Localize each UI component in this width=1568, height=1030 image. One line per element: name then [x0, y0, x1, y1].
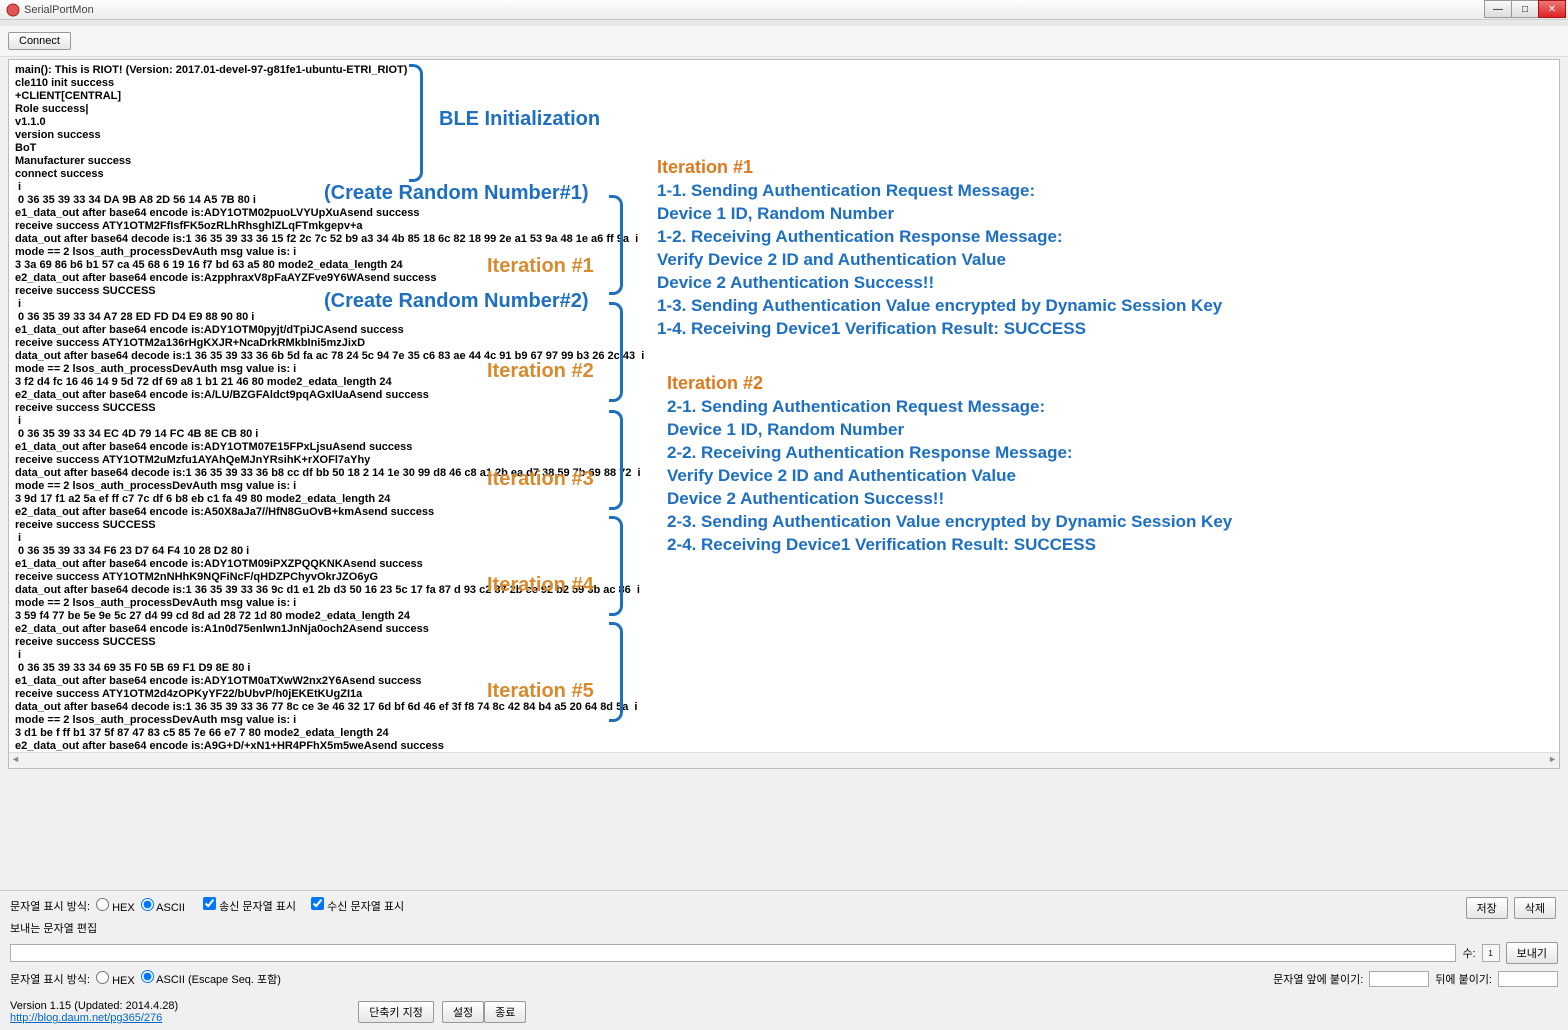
- exit-button[interactable]: 종료: [484, 1001, 526, 1023]
- radio-hex-1[interactable]: HEX: [96, 898, 135, 914]
- toolbar: Connect: [0, 26, 1568, 57]
- radio-ascii-1[interactable]: ASCII: [141, 898, 185, 914]
- edit-send-label: 보내는 문자열 편집: [10, 920, 97, 936]
- settings-button[interactable]: 설정: [442, 1001, 484, 1023]
- explain-1-2b: Verify Device 2 ID and Authentication Va…: [657, 248, 1222, 271]
- send-button[interactable]: 보내기: [1506, 942, 1558, 964]
- horizontal-scrollbar[interactable]: [9, 752, 1559, 768]
- check-show-rx[interactable]: 수신 문자열 표시: [311, 897, 404, 914]
- explain-1-2: 1-2. Receiving Authentication Response M…: [657, 225, 1222, 248]
- connect-button[interactable]: Connect: [8, 32, 71, 50]
- blog-link[interactable]: http://blog.daum.net/pg365/276: [10, 1012, 162, 1024]
- save-button[interactable]: 저장: [1466, 897, 1508, 919]
- display-method-label-2: 문자열 표시 방식:: [10, 971, 90, 987]
- radio-ascii-esc[interactable]: ASCII (Escape Seq. 포함): [141, 970, 281, 987]
- explain-2-2: 2-2. Receiving Authentication Response M…: [667, 441, 1232, 464]
- explain-2-3: 2-3. Sending Authentication Value encryp…: [667, 510, 1232, 533]
- prefix-label: 문자열 앞에 붙이기:: [1273, 971, 1363, 987]
- explain-it1-title: Iteration #1: [657, 156, 1222, 179]
- explain-it2-title: Iteration #2: [667, 372, 1232, 395]
- log-viewport[interactable]: main(): This is RIOT! (Version: 2017.01-…: [8, 59, 1560, 769]
- explain-1-3: 1-3. Sending Authentication Value encryp…: [657, 294, 1222, 317]
- maximize-button[interactable]: □: [1511, 0, 1539, 18]
- radio-hex-2[interactable]: HEX: [96, 971, 135, 987]
- explain-1-1: 1-1. Sending Authentication Request Mess…: [657, 179, 1222, 202]
- explain-1-1b: Device 1 ID, Random Number: [657, 202, 1222, 225]
- send-string-input[interactable]: [10, 944, 1456, 962]
- explain-1-2c: Device 2 Authentication Success!!: [657, 271, 1222, 294]
- explain-1-4: 1-4. Receiving Device1 Verification Resu…: [657, 317, 1222, 340]
- explain-2-2c: Device 2 Authentication Success!!: [667, 487, 1232, 510]
- minimize-button[interactable]: —: [1484, 0, 1512, 18]
- explain-2-4: 2-4. Receiving Device1 Verification Resu…: [667, 533, 1232, 556]
- bottom-panel: 저장 삭제 문자열 표시 방식: HEX ASCII 송신 문자열 표시 수신 …: [0, 890, 1568, 1030]
- shortcut-button[interactable]: 단축키 지정: [358, 1001, 434, 1023]
- close-button[interactable]: ✕: [1538, 0, 1566, 18]
- version-text: Version 1.15 (Updated: 2014.4.28): [10, 1000, 178, 1012]
- count-label: 수:: [1462, 945, 1475, 961]
- window-titlebar: SerialPortMon — □ ✕: [0, 0, 1568, 20]
- suffix-label: 뒤에 붙이기:: [1435, 971, 1492, 987]
- window-title: SerialPortMon: [24, 4, 94, 16]
- display-method-label: 문자열 표시 방식:: [10, 898, 90, 914]
- explain-2-1b: Device 1 ID, Random Number: [667, 418, 1232, 441]
- count-spinner[interactable]: 1: [1482, 944, 1500, 962]
- prefix-input[interactable]: [1369, 971, 1429, 987]
- app-icon: [6, 3, 20, 17]
- explain-2-2b: Verify Device 2 ID and Authentication Va…: [667, 464, 1232, 487]
- delete-button[interactable]: 삭제: [1514, 897, 1556, 919]
- suffix-input[interactable]: [1498, 971, 1558, 987]
- explain-2-1: 2-1. Sending Authentication Request Mess…: [667, 395, 1232, 418]
- check-show-tx[interactable]: 송신 문자열 표시: [203, 897, 296, 914]
